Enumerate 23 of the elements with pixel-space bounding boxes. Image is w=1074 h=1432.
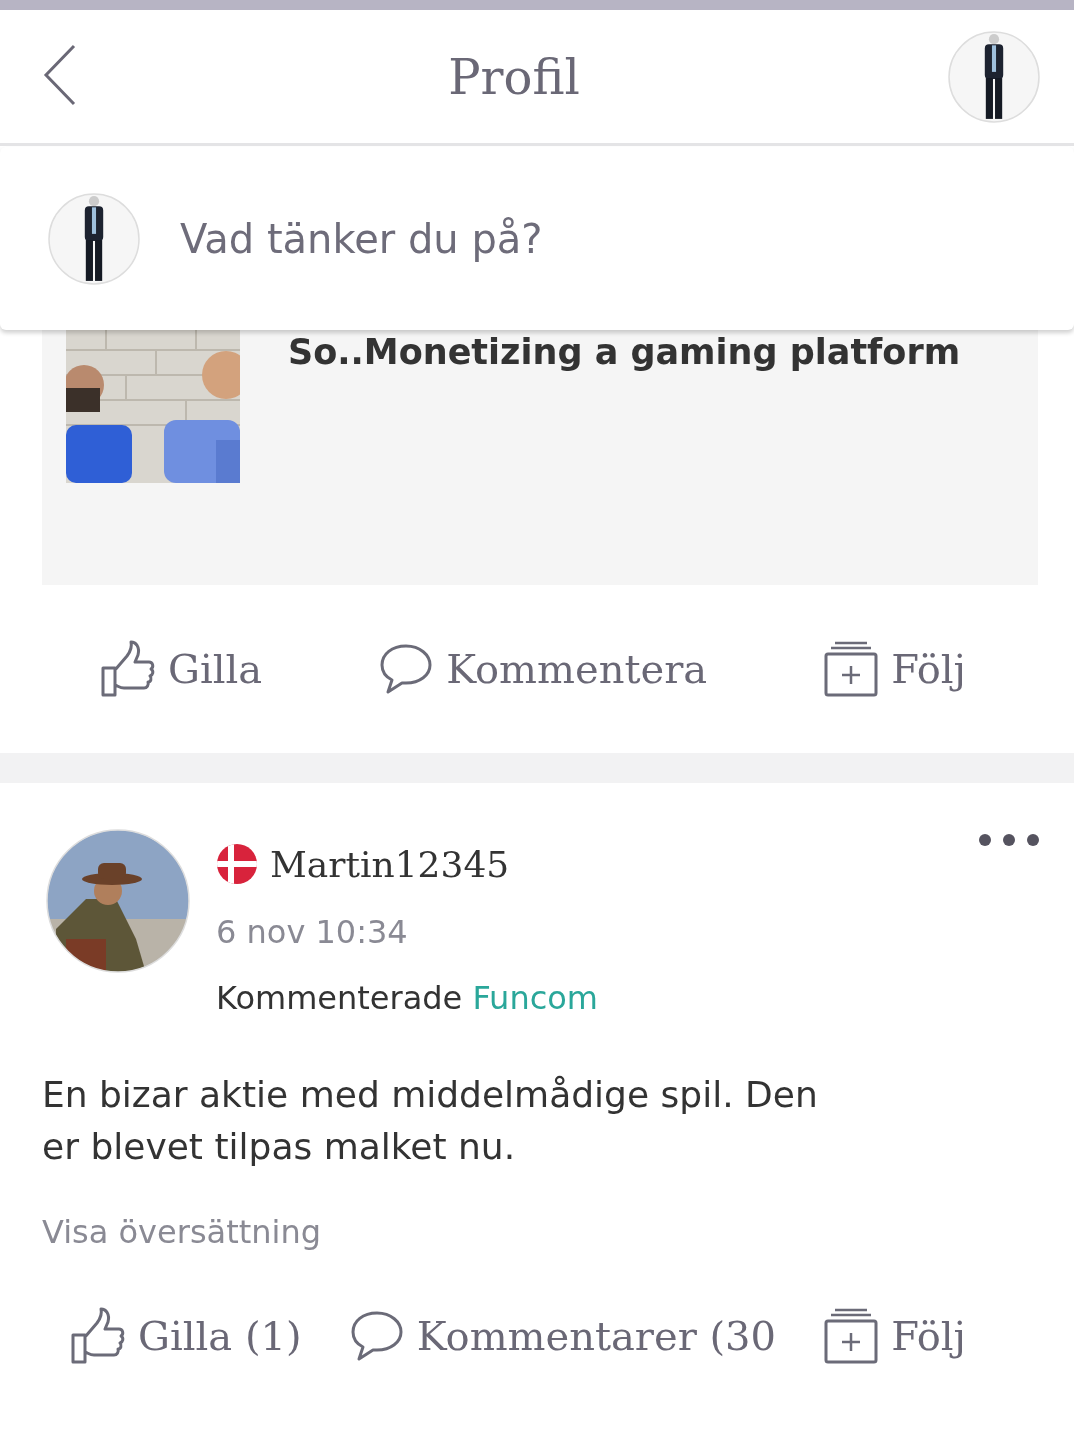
page-title: Profil [448,48,580,105]
avatar[interactable] [48,192,140,285]
like-button[interactable]: Gilla [100,640,263,698]
follow-button[interactable]: Följ [823,1307,966,1365]
translate-link[interactable]: Visa översättning [42,1213,1074,1251]
post-text: En bizar aktie med middelmådige spil. Den er blevet tilpas malket nu. [42,1073,819,1169]
company-link[interactable]: Funcom [472,979,598,1017]
thumbs-up-icon [100,640,156,698]
article-title: So..Monetizing a gaming platform [288,331,961,372]
follow-icon [823,640,880,698]
follow-icon [823,1307,880,1365]
comment-button[interactable]: Kommentarer (30 [348,1309,776,1363]
post-time: 6 nov 10:34 [216,913,409,951]
follow-button[interactable]: Följ [823,640,966,698]
shared-article-card[interactable]: So..Monetizing a gaming platform [42,330,1038,585]
post-input-field[interactable]: Vad tänker du på? [178,214,982,263]
author-name[interactable]: Martin12345 [270,843,510,885]
like-button[interactable]: Gilla (1) [70,1307,302,1365]
comment-button[interactable]: Kommentera [378,642,708,696]
flag-icon [216,843,258,885]
thumbs-up-icon [70,1307,126,1365]
activity-text: Kommenterade Funcom [216,979,599,1017]
avatar[interactable] [948,30,1040,123]
